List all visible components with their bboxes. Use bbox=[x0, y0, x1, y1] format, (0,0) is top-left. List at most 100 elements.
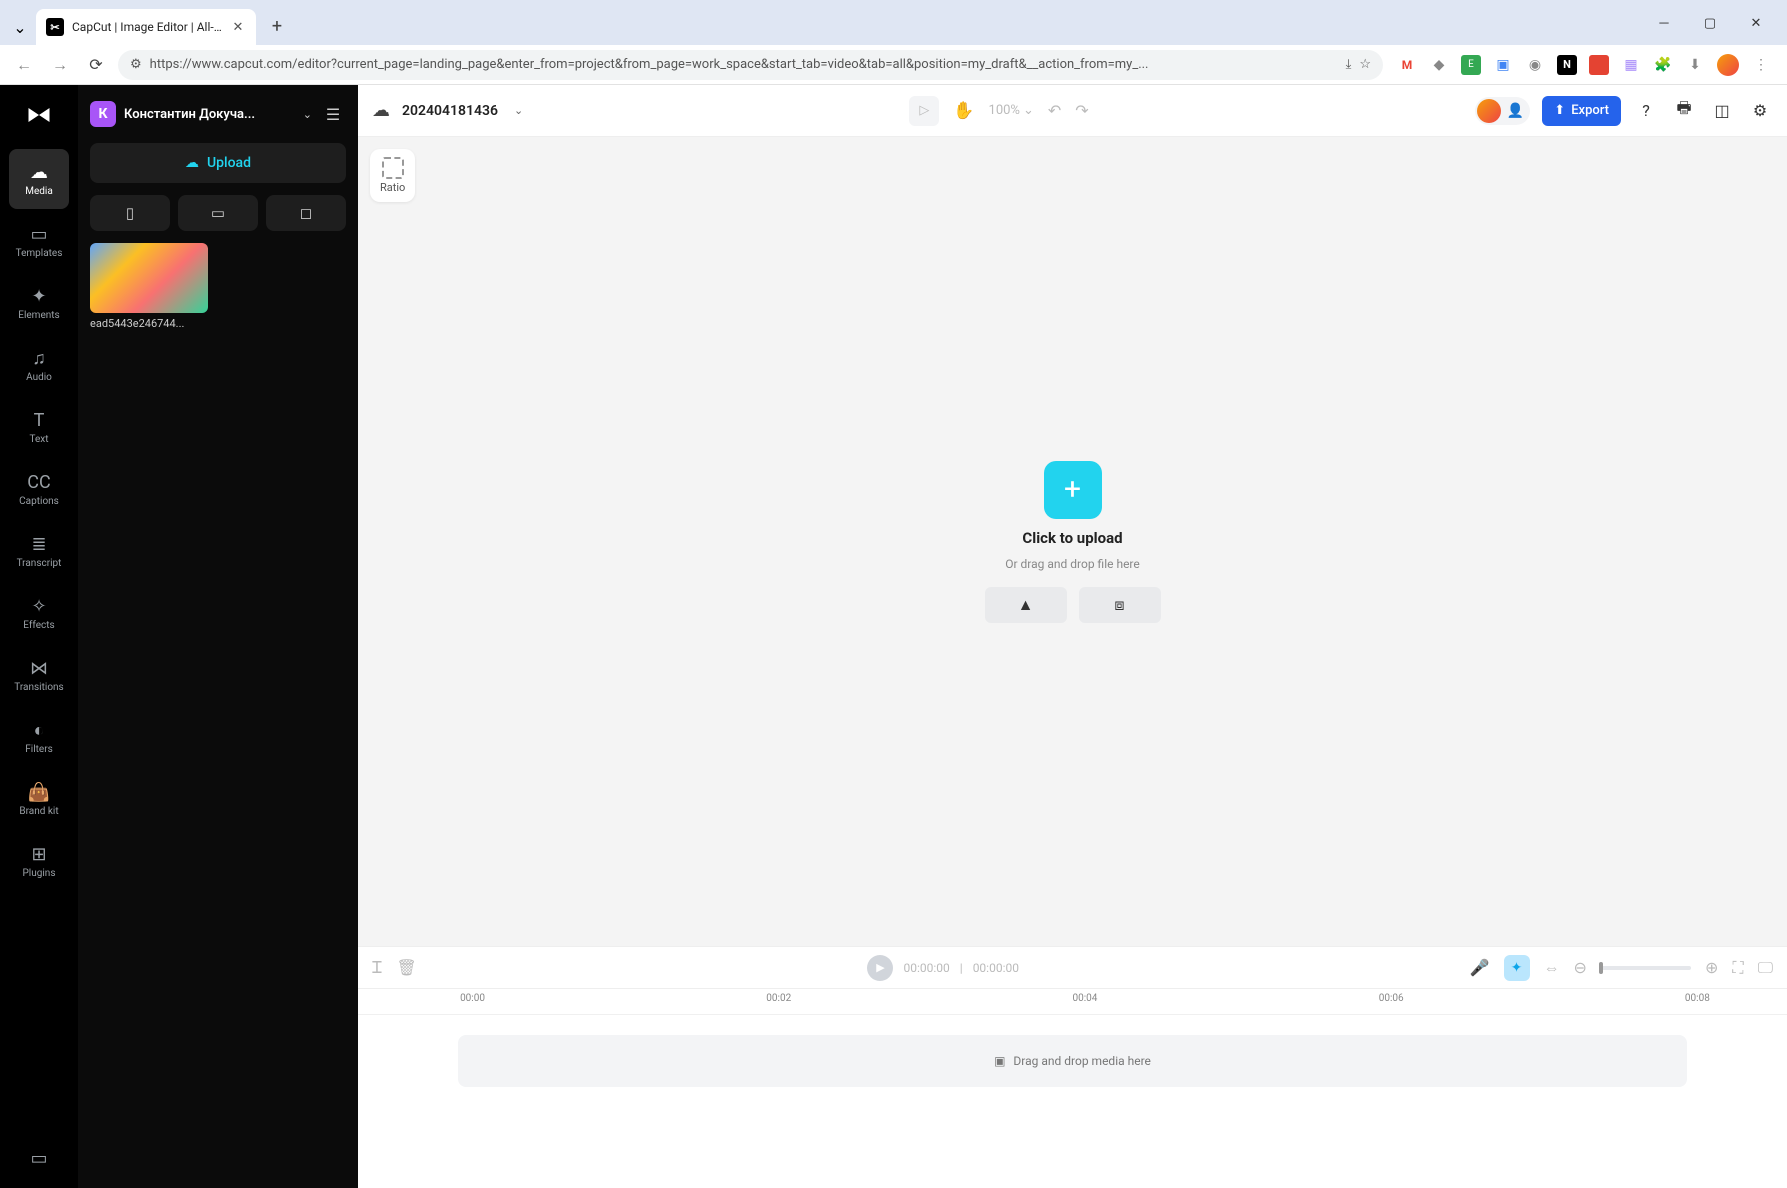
aspect-portrait-button[interactable]: ▯ bbox=[90, 195, 170, 231]
chevron-down-icon[interactable]: ⌄ bbox=[514, 104, 523, 117]
display-icon[interactable]: 🖵 bbox=[1758, 958, 1773, 978]
nav-back-button[interactable]: ← bbox=[10, 51, 38, 79]
export-label: Export bbox=[1571, 103, 1609, 118]
extension-icon[interactable]: ▦ bbox=[1621, 55, 1641, 75]
close-tab-icon[interactable]: ✕ bbox=[230, 19, 246, 35]
window-maximize-button[interactable]: ▢ bbox=[1687, 7, 1733, 39]
cursor-icon[interactable]: Ꮖ bbox=[372, 958, 383, 978]
evernote-icon[interactable]: E bbox=[1461, 55, 1481, 75]
timeline[interactable]: 00:0000:0200:0400:0600:08 ▣ Drag and dro… bbox=[358, 988, 1787, 1188]
rail-item-brand-kit[interactable]: 👜Brand kit bbox=[9, 769, 69, 829]
split-icon[interactable]: ⇔ bbox=[1544, 958, 1560, 978]
rail-item-transitions[interactable]: ⋈Transitions bbox=[9, 645, 69, 705]
panel-toggle-icon[interactable]: ◫ bbox=[1709, 98, 1735, 124]
settings-gear-icon[interactable]: ⚙ bbox=[1747, 98, 1773, 124]
time-total: 00:00:00 bbox=[973, 961, 1019, 975]
collaborators[interactable]: 👤 bbox=[1475, 97, 1530, 125]
canvas[interactable]: Ratio + Click to upload Or drag and drop… bbox=[358, 137, 1787, 946]
extensions-tray: M ◆ E ▣ ◉ N ▦ 🧩 ⬇ ⋮ bbox=[1391, 54, 1777, 76]
rail-item-effects[interactable]: ✧Effects bbox=[9, 583, 69, 643]
upload-plus-button[interactable]: + bbox=[1044, 461, 1102, 519]
rail-item-plugins[interactable]: ⊞Plugins bbox=[9, 831, 69, 891]
zoom-indicator[interactable]: 100% ⌄ bbox=[989, 103, 1034, 118]
download-icon[interactable]: ⬇ bbox=[1685, 55, 1705, 75]
help-icon[interactable]: ? bbox=[1633, 98, 1659, 124]
extension-icon[interactable]: ◉ bbox=[1525, 55, 1545, 75]
rail-label: Transcript bbox=[17, 558, 62, 569]
rail-item-templates[interactable]: ▭Templates bbox=[9, 211, 69, 271]
profile-avatar[interactable] bbox=[1717, 54, 1739, 76]
bookmark-star-icon[interactable]: ☆ bbox=[1359, 57, 1371, 72]
notion-icon[interactable]: N bbox=[1557, 55, 1577, 75]
rail-item-captions[interactable]: CCCaptions bbox=[9, 459, 69, 519]
dropbox-button[interactable]: ⧈ bbox=[1079, 587, 1161, 623]
window-minimize-button[interactable]: ─ bbox=[1641, 7, 1687, 39]
rail-item-text[interactable]: TText bbox=[9, 397, 69, 457]
project-title[interactable]: 202404181436 bbox=[402, 103, 498, 119]
rail-item-filters[interactable]: ◐Filters bbox=[9, 707, 69, 767]
tab-title: CapCut | Image Editor | All-In... bbox=[72, 20, 222, 34]
ai-assist-button[interactable]: ✦ bbox=[1504, 955, 1530, 981]
window-close-button[interactable]: ✕ bbox=[1733, 7, 1779, 39]
redo-button[interactable]: ↷ bbox=[1075, 101, 1088, 120]
rail-collapse-icon[interactable]: ▭ bbox=[9, 1138, 69, 1178]
preview-play-button[interactable]: ▷ bbox=[909, 96, 939, 126]
rail-item-media[interactable]: ☁Media bbox=[9, 149, 69, 209]
extension-icon[interactable]: ◆ bbox=[1429, 55, 1449, 75]
tabs-dropdown-button[interactable]: ⌄ bbox=[8, 15, 32, 39]
panel-menu-icon[interactable]: ☰ bbox=[320, 101, 346, 127]
user-badge[interactable]: К bbox=[90, 101, 116, 127]
cloud-save-icon[interactable]: ☁ bbox=[372, 100, 390, 121]
todoist-icon[interactable] bbox=[1589, 55, 1609, 75]
delete-icon[interactable]: 🗑 bbox=[397, 958, 417, 977]
timeline-ruler[interactable]: 00:0000:0200:0400:0600:08 bbox=[358, 989, 1787, 1015]
capcut-logo-icon[interactable] bbox=[19, 95, 59, 135]
captions-icon: CC bbox=[27, 472, 50, 493]
time-separator: | bbox=[960, 961, 963, 975]
extensions-puzzle-icon[interactable]: 🧩 bbox=[1653, 55, 1673, 75]
timeline-drop-track[interactable]: ▣ Drag and drop media here bbox=[458, 1035, 1687, 1087]
chevron-down-icon[interactable]: ⌄ bbox=[303, 108, 312, 121]
browser-titlebar: ⌄ ✂ CapCut | Image Editor | All-In... ✕ … bbox=[0, 0, 1787, 45]
upload-area[interactable]: + Click to upload Or drag and drop file … bbox=[985, 461, 1161, 623]
rail-label: Elements bbox=[18, 310, 59, 321]
media-thumbnail[interactable]: ead5443e246744... bbox=[90, 243, 208, 330]
url-text: https://www.capcut.com/editor?current_pa… bbox=[150, 57, 1338, 72]
zoom-out-icon[interactable]: ⊖ bbox=[1574, 958, 1587, 977]
export-button[interactable]: ⬆ Export bbox=[1542, 96, 1621, 126]
install-app-icon[interactable]: ⤓ bbox=[1346, 57, 1352, 72]
print-icon[interactable]: 🖶 bbox=[1671, 98, 1697, 124]
url-bar[interactable]: ⚙ https://www.capcut.com/editor?current_… bbox=[118, 50, 1383, 80]
templates-icon: ▭ bbox=[30, 224, 47, 245]
mic-icon[interactable]: 🎤 bbox=[1470, 958, 1490, 977]
zoom-slider[interactable] bbox=[1601, 966, 1691, 970]
hand-tool-icon[interactable]: ✋ bbox=[953, 101, 974, 121]
aspect-square-button[interactable]: ◻ bbox=[266, 195, 346, 231]
new-tab-button[interactable]: + bbox=[262, 11, 292, 41]
upload-button[interactable]: ☁ Upload bbox=[90, 143, 346, 183]
media-panel: К Константин Докуча... ⌄ ☰ ☁ Upload ▯ ▭ … bbox=[78, 85, 358, 1188]
play-button[interactable]: ▶ bbox=[867, 955, 893, 981]
add-user-icon[interactable]: 👤 bbox=[1507, 103, 1524, 119]
aspect-landscape-button[interactable]: ▭ bbox=[178, 195, 258, 231]
media-icon: ▣ bbox=[994, 1054, 1005, 1068]
ratio-button[interactable]: Ratio bbox=[370, 149, 415, 202]
filters-icon: ◐ bbox=[34, 720, 45, 741]
extension-icon[interactable]: ▣ bbox=[1493, 55, 1513, 75]
rail-item-elements[interactable]: ✦Elements bbox=[9, 273, 69, 333]
rail-item-audio[interactable]: ♫Audio bbox=[9, 335, 69, 395]
browser-toolbar: ← → ⟳ ⚙ https://www.capcut.com/editor?cu… bbox=[0, 45, 1787, 85]
site-settings-icon[interactable]: ⚙ bbox=[130, 57, 142, 72]
undo-button[interactable]: ↶ bbox=[1048, 101, 1061, 120]
upload-subtitle: Or drag and drop file here bbox=[1005, 557, 1140, 571]
fullscreen-icon[interactable]: ⛶ bbox=[1732, 958, 1743, 978]
google-drive-button[interactable]: ▲ bbox=[985, 587, 1067, 623]
rail-item-transcript[interactable]: ≣Transcript bbox=[9, 521, 69, 581]
browser-tab[interactable]: ✂ CapCut | Image Editor | All-In... ✕ bbox=[36, 9, 256, 45]
chrome-menu-icon[interactable]: ⋮ bbox=[1751, 55, 1771, 75]
nav-forward-button[interactable]: → bbox=[46, 51, 74, 79]
nav-reload-button[interactable]: ⟳ bbox=[82, 51, 110, 79]
gmail-icon[interactable]: M bbox=[1397, 55, 1417, 75]
cloud-upload-icon: ☁ bbox=[185, 155, 199, 171]
zoom-in-icon[interactable]: ⊕ bbox=[1705, 958, 1718, 977]
